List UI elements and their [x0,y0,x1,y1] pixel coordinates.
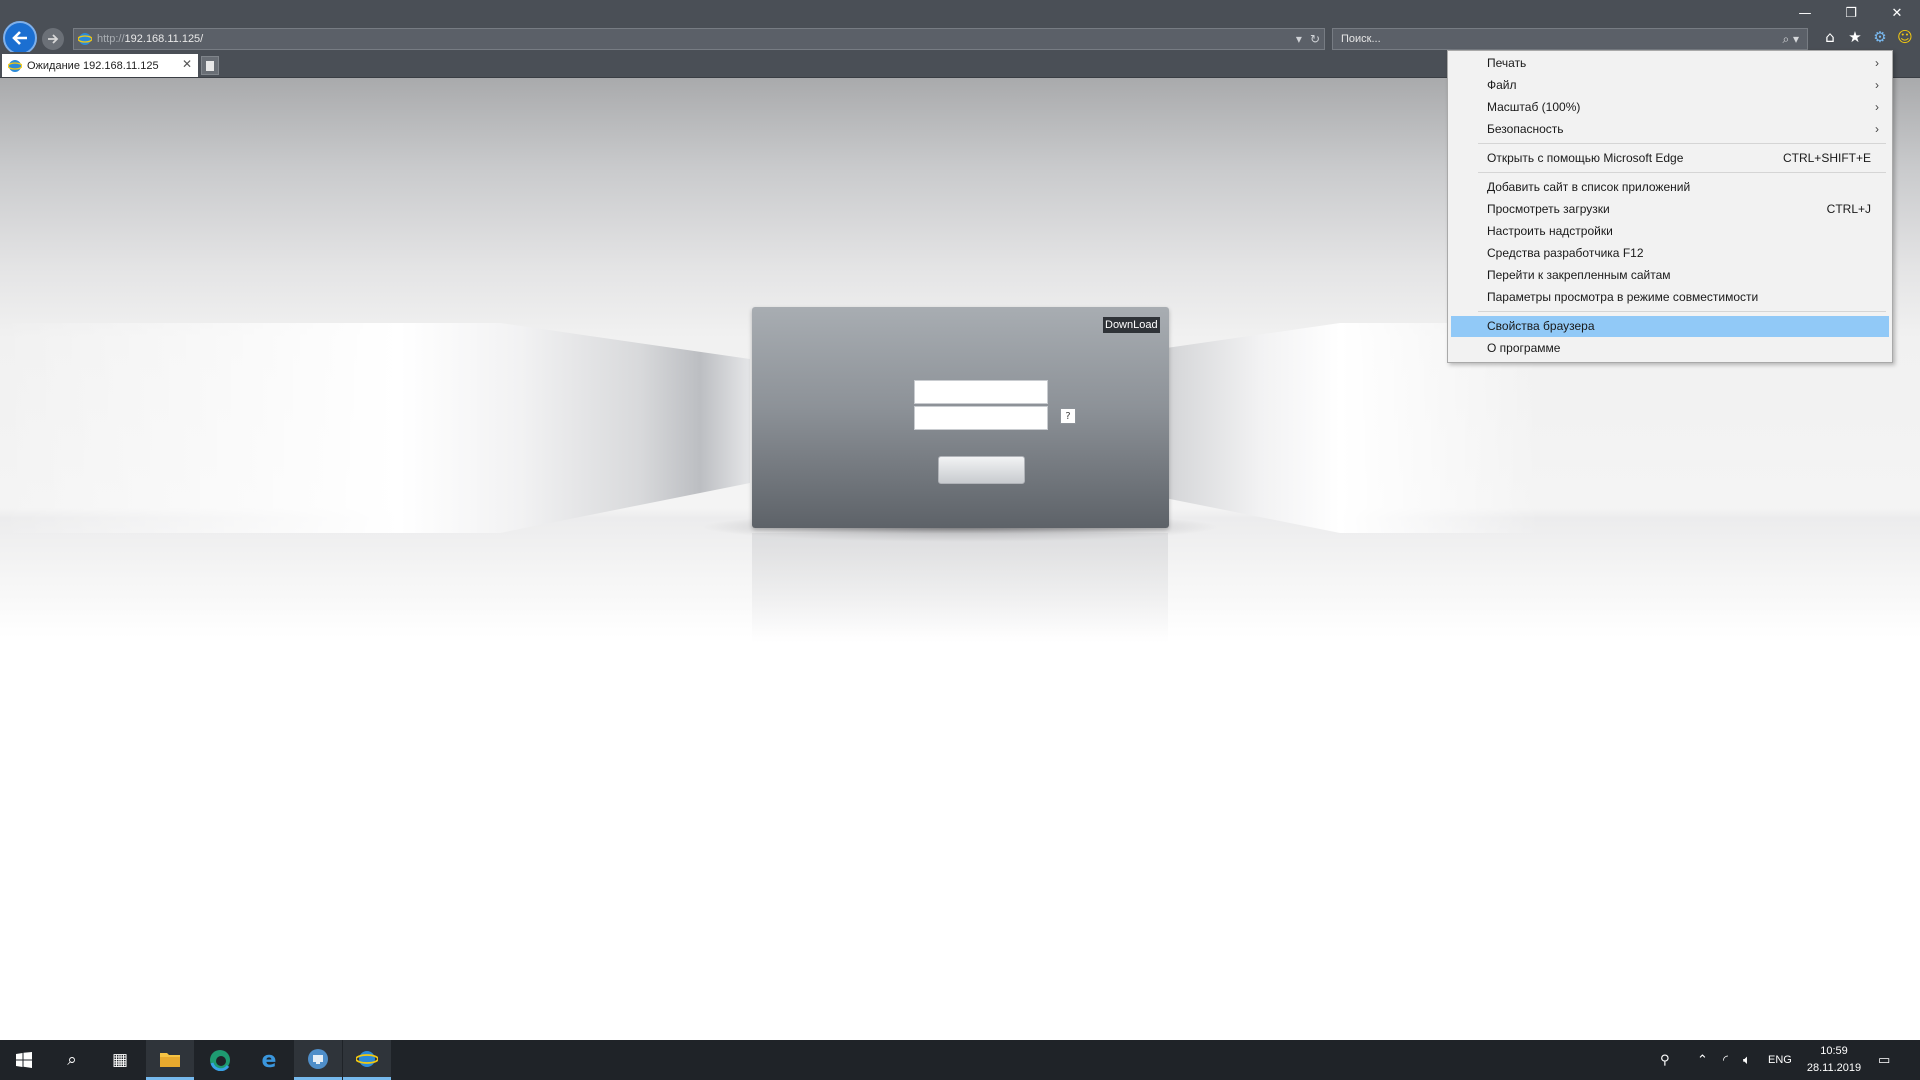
tab-active[interactable]: Ожидание 192.168.11.125 ✕ [2,54,198,77]
home-icon[interactable]: ⌂ [1822,28,1838,46]
file-explorer-button[interactable] [146,1040,194,1080]
chevron-right-icon: › [1875,122,1879,136]
menu-separator [1478,172,1886,173]
chevron-up-icon[interactable]: ⌃ [1697,1040,1708,1080]
taskbar: ⌕ ▦ e ⚲ ⌃ ◜ 🔈︎ ENG 10:59 28.11.2019 ▭ [0,1040,1920,1080]
menu-item-file[interactable]: Файл › [1451,75,1889,96]
refresh-icon[interactable]: ↻ [1310,32,1320,46]
smiley-feedback-icon[interactable]: ☺ [1897,28,1913,46]
task-view-button[interactable]: ▦ [96,1040,144,1080]
help-button[interactable]: ? [1060,408,1076,424]
ie-favicon-icon [78,33,92,45]
menu-item-print[interactable]: Печать › [1451,53,1889,74]
browser-toolbar: http://192.168.11.125/ ▾ ↻ Поиск... ⌕ ▾ … [0,0,1920,55]
restore-button[interactable]: ❐ [1828,0,1874,26]
forward-button[interactable] [42,28,64,50]
address-url: http://192.168.11.125/ [97,33,204,45]
people-icon[interactable]: ⚲ [1660,1040,1670,1080]
search-placeholder: Поиск... [1341,33,1381,45]
menu-item-pinned-sites[interactable]: Перейти к закрепленным сайтам [1451,265,1889,286]
username-input[interactable] [914,380,1048,404]
login-panel: DownLoad ? [752,307,1169,528]
clock-time: 10:59 [1820,1045,1848,1057]
tab-close-icon[interactable]: ✕ [182,57,192,71]
magnifier-icon: ⌕ [67,1050,77,1070]
search-box[interactable]: Поиск... ⌕ ▾ [1332,28,1808,50]
tab-ie-icon [8,59,22,72]
internet-explorer-button[interactable] [343,1040,391,1080]
volume-icon[interactable]: 🔈︎ [1743,1040,1751,1080]
address-bar[interactable]: http://192.168.11.125/ ▾ ↻ [73,28,1325,50]
folder-icon [160,1052,180,1067]
chevron-right-icon: › [1875,78,1879,92]
panel-reflection [752,533,1168,643]
menu-item-internet-options[interactable]: Свойства браузера [1451,316,1889,337]
menu-item-open-edge[interactable]: Открыть с помощью Microsoft Edge CTRL+SHI… [1451,148,1889,169]
ie-icon [356,1050,378,1067]
menu-item-safety[interactable]: Безопасность › [1451,119,1889,140]
gear-icon[interactable]: ⚙ [1872,28,1888,46]
forward-arrow-icon [48,34,59,44]
chevron-right-icon: › [1875,100,1879,114]
edge-chromium-button[interactable] [196,1040,244,1080]
back-arrow-icon [12,31,27,45]
tools-menu: Печать › Файл › Масштаб (100%) › Безопаснос… [1447,50,1893,363]
menu-item-compat-view[interactable]: Параметры просмотра в режиме совместимос… [1451,287,1889,308]
menu-separator [1478,311,1886,312]
edge-legacy-button[interactable]: e [245,1040,293,1080]
clock-date: 28.11.2019 [1806,1062,1862,1074]
notifications-icon[interactable]: ▭ [1878,1040,1890,1080]
login-button[interactable] [938,456,1025,484]
start-button[interactable] [0,1040,48,1080]
menu-item-addons[interactable]: Настроить надстройки [1451,221,1889,242]
minimize-button[interactable]: — [1782,0,1828,26]
windows-logo-icon [16,1052,32,1068]
close-window-button[interactable]: ✕ [1874,0,1920,26]
menu-separator [1478,143,1886,144]
menu-item-downloads[interactable]: Просмотреть загрузки CTRL+J [1451,199,1889,220]
edge-legacy-icon: e [261,1047,277,1073]
menu-item-about[interactable]: О программе [1451,338,1889,359]
search-icon[interactable]: ⌕ ▾ [1782,32,1799,47]
back-button[interactable] [3,21,37,55]
password-input[interactable] [914,406,1048,430]
new-tab-icon [206,60,214,71]
download-link[interactable]: DownLoad [1103,317,1160,333]
chevron-right-icon: › [1875,56,1879,70]
menu-item-zoom[interactable]: Масштаб (100%) › [1451,97,1889,118]
language-indicator[interactable]: ENG [1768,1040,1792,1080]
clock[interactable]: 10:59 28.11.2019 [1804,1043,1864,1077]
tab-title: Ожидание 192.168.11.125 [27,59,159,72]
task-view-icon: ▦ [111,1050,129,1070]
favorites-star-icon[interactable]: ★ [1847,28,1863,46]
new-tab-button[interactable] [201,56,219,75]
menu-item-add-site[interactable]: Добавить сайт в список приложений [1451,177,1889,198]
decor-wing-left [0,323,750,533]
remote-desktop-icon [308,1048,328,1069]
network-icon[interactable]: ◜ [1723,1040,1728,1080]
search-taskbar-button[interactable]: ⌕ [48,1040,96,1080]
address-dropdown-icon[interactable]: ▾ [1296,32,1302,46]
menu-item-devtools[interactable]: Средства разработчика F12 [1451,243,1889,264]
remote-app-button[interactable] [294,1040,342,1080]
edge-icon [210,1050,230,1071]
